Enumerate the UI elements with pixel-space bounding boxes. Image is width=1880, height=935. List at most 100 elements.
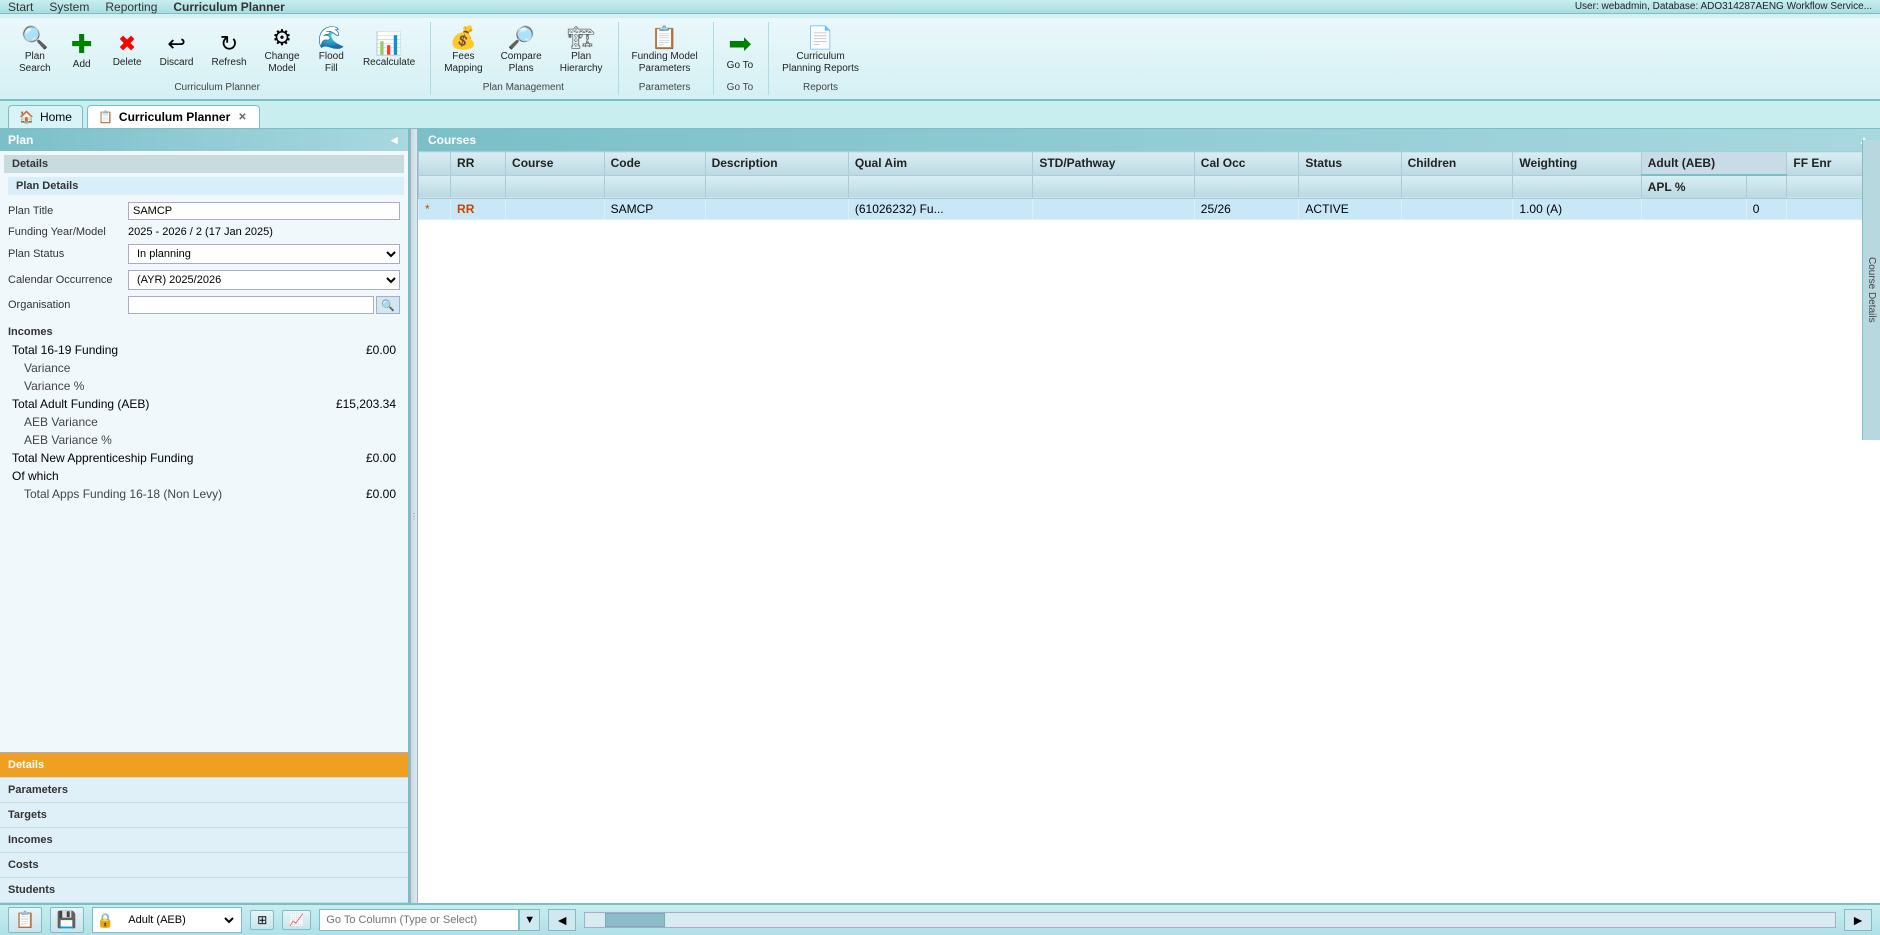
income-label-total-1619: Total 16-19 Funding <box>12 343 118 357</box>
plan-search-button[interactable]: 🔍 PlanSearch <box>12 22 58 80</box>
sub-col-status <box>1299 175 1401 199</box>
col-header-status[interactable]: Status <box>1299 152 1401 176</box>
income-amount-total-apps: £0.00 <box>366 487 396 501</box>
app-tabs: 🏠 Home 📋 Curriculum Planner ✕ <box>0 101 1880 129</box>
discard-label: Discard <box>160 57 194 69</box>
scroll-right-button[interactable]: ► <box>1844 909 1872 931</box>
col-header-course[interactable]: Course <box>506 152 605 176</box>
left-panel-collapse-icon[interactable]: ◄ <box>388 133 400 147</box>
ribbon-group-goto: ➡ Go To Go To <box>716 22 770 95</box>
go-to-button[interactable]: ➡ Go To <box>720 25 761 77</box>
curriculum-planning-reports-label: CurriculumPlanning Reports <box>782 51 859 75</box>
section-tab-targets[interactable]: Targets <box>0 803 408 828</box>
income-label-total-apprenticeship: Total New Apprenticeship Funding <box>12 451 193 465</box>
col-header-qual-aim[interactable]: Qual Aim <box>848 152 1032 176</box>
chart-view-button[interactable]: 📈 <box>282 910 311 930</box>
main-layout: Plan ◄ Details Plan Details Plan Title F… <box>0 129 1880 903</box>
calendar-occurrence-label: Calendar Occurrence <box>8 274 128 286</box>
col-header-std-pathway[interactable]: STD/Pathway <box>1033 152 1194 176</box>
tab-curriculum-planner[interactable]: 📋 Curriculum Planner ✕ <box>87 105 260 128</box>
curriculum-planner-tab-icon: 📋 <box>98 110 113 124</box>
courses-table-header-row: RR Course Code Description Qual Aim STD/… <box>419 152 1880 176</box>
resize-handle[interactable]: ⋮ <box>410 129 418 903</box>
income-row-variance: Variance <box>4 359 404 377</box>
plan-status-select[interactable]: In planning Approved Archived <box>128 244 400 264</box>
nav-reporting[interactable]: Reporting <box>105 0 157 14</box>
nav-start[interactable]: Start <box>8 0 33 14</box>
adult-aeb-dropdown[interactable]: Adult (AEB) 16-19 Apprenticeship <box>118 909 237 931</box>
sub-col-description <box>705 175 848 199</box>
course-details-side-tab[interactable]: Course Details <box>1862 140 1880 440</box>
ribbon-group-plan-management-label: Plan Management <box>437 80 609 95</box>
goto-column-button[interactable]: ▼ <box>519 909 540 931</box>
col-header-rr[interactable]: RR <box>451 152 506 176</box>
fees-mapping-button[interactable]: 💰 FeesMapping <box>437 22 489 80</box>
plan-title-input[interactable] <box>128 202 400 220</box>
discard-button[interactable]: ↩ Discard <box>153 28 201 74</box>
goto-column-input[interactable] <box>319 909 519 931</box>
status-btn-2[interactable]: 💾 <box>50 907 84 933</box>
section-tab-details[interactable]: Details <box>0 753 408 778</box>
table-row[interactable]: * RR SAMCP (61026232) Fu... 25/26 ACTIVE… <box>419 199 1880 220</box>
col-header-description[interactable]: Description <box>705 152 848 176</box>
plan-details-section-header: Plan Details <box>8 177 404 195</box>
income-label-variance: Variance <box>24 361 70 375</box>
income-label-total-adult: Total Adult Funding (AEB) <box>12 397 149 411</box>
cell-std-pathway <box>1033 199 1194 220</box>
curriculum-planning-reports-button[interactable]: 📄 CurriculumPlanning Reports <box>775 22 866 80</box>
left-panel: Plan ◄ Details Plan Details Plan Title F… <box>0 129 410 903</box>
section-tab-students[interactable]: Students <box>0 878 408 903</box>
calendar-occurrence-select[interactable]: (AYR) 2025/2026 <box>128 270 400 290</box>
status-btn-1[interactable]: 📋 <box>8 907 42 933</box>
change-model-icon: ⚙ <box>272 27 292 49</box>
cell-ff-enr: 0 <box>1746 199 1787 220</box>
col-header-weighting[interactable]: Weighting <box>1513 152 1641 176</box>
delete-button[interactable]: ✖ Delete <box>106 28 149 74</box>
income-row-aeb-variance: AEB Variance <box>4 413 404 431</box>
sub-col-children <box>1401 175 1513 199</box>
organisation-field-group: 🔍 <box>128 296 400 314</box>
plan-hierarchy-label: PlanHierarchy <box>560 51 603 75</box>
col-header-code[interactable]: Code <box>604 152 705 176</box>
section-tab-incomes[interactable]: Incomes <box>0 828 408 853</box>
organisation-label: Organisation <box>8 299 128 311</box>
funding-year-row: Funding Year/Model 2025 - 2026 / 2 (17 J… <box>4 223 404 241</box>
courses-table-wrapper[interactable]: RR Course Code Description Qual Aim STD/… <box>418 151 1880 903</box>
ribbon-content: 🔍 PlanSearch ✚ Add ✖ Delete ↩ Discard ↻ <box>0 18 1880 99</box>
income-label-aeb-variance-pct: AEB Variance % <box>24 433 112 447</box>
tab-home[interactable]: 🏠 Home <box>8 105 83 128</box>
add-button[interactable]: ✚ Add <box>62 26 102 76</box>
refresh-button[interactable]: ↻ Refresh <box>205 28 254 74</box>
section-tab-costs[interactable]: Costs <box>0 853 408 878</box>
compare-plans-button[interactable]: 🔎 ComparePlans <box>494 22 549 80</box>
right-panel: Courses ▲ RR Course Code Description Qua… <box>418 129 1880 903</box>
calendar-occurrence-row: Calendar Occurrence (AYR) 2025/2026 <box>4 267 404 293</box>
col-header-cal-occ[interactable]: Cal Occ <box>1194 152 1299 176</box>
plan-hierarchy-button[interactable]: 🏗 PlanHierarchy <box>553 22 610 80</box>
flood-fill-button[interactable]: 🌊 FloodFill <box>311 22 352 80</box>
col-header-adult-aeb[interactable]: Adult (AEB) <box>1641 152 1787 176</box>
grid-view-button[interactable]: ⊞ <box>250 910 274 930</box>
income-label-of-which: Of which <box>12 469 59 483</box>
plan-status-row: Plan Status In planning Approved Archive… <box>4 241 404 267</box>
nav-system[interactable]: System <box>49 0 89 14</box>
section-tab-parameters[interactable]: Parameters <box>0 778 408 803</box>
organisation-input[interactable] <box>128 296 374 314</box>
filter-group: 🔒 Adult (AEB) 16-19 Apprenticeship <box>92 907 242 933</box>
recalculate-button[interactable]: 📊 Recalculate <box>356 28 422 74</box>
curriculum-planner-tab-label: Curriculum Planner <box>119 110 230 124</box>
curriculum-planner-tab-close[interactable]: ✕ <box>236 112 248 123</box>
ribbon-group-reports: 📄 CurriculumPlanning Reports Reports <box>771 22 874 95</box>
funding-model-parameters-button[interactable]: 📋 Funding ModelParameters <box>625 22 705 80</box>
nav-curriculum-planner[interactable]: Curriculum Planner <box>173 0 284 14</box>
courses-header: Courses ▲ <box>418 129 1880 151</box>
income-amount-total-adult: £15,203.34 <box>336 397 396 411</box>
scroll-left-button[interactable]: ◄ <box>548 909 576 931</box>
col-header-children[interactable]: Children <box>1401 152 1513 176</box>
organisation-search-button[interactable]: 🔍 <box>376 296 400 314</box>
cell-children <box>1401 199 1513 220</box>
funding-model-parameters-label: Funding ModelParameters <box>632 51 698 75</box>
change-model-button[interactable]: ⚙ ChangeModel <box>258 22 307 80</box>
funding-year-value: 2025 - 2026 / 2 (17 Jan 2025) <box>128 226 273 238</box>
scrollbar-thumb[interactable] <box>605 913 665 927</box>
